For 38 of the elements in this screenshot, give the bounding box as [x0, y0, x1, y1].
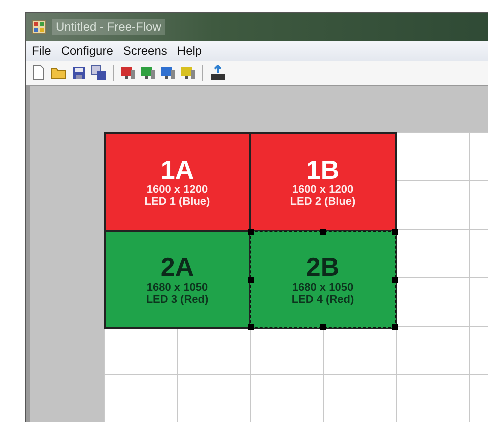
screen-name: 2B — [306, 253, 340, 282]
menu-item[interactable]: Screens — [123, 44, 168, 58]
screen-output: LED 4 (Red) — [292, 294, 354, 306]
screen-output: LED 1 (Blue) — [144, 196, 210, 208]
screen-tile[interactable]: 2B 1680 x 1050 LED 4 (Red) — [250, 231, 396, 328]
resize-handle[interactable] — [248, 324, 254, 330]
monitor-icon[interactable] — [160, 65, 176, 81]
screen-resolution: 1680 x 1050 — [292, 282, 354, 294]
screen-tile[interactable]: 2A 1680 x 1050 LED 3 (Red) — [105, 231, 250, 328]
screen-output: LED 2 (Blue) — [290, 196, 356, 208]
resize-handle[interactable] — [392, 229, 398, 235]
resize-handle[interactable] — [392, 276, 398, 282]
resize-handle[interactable] — [248, 276, 254, 282]
screen-resolution: 1600 x 1200 — [292, 184, 354, 196]
monitor-icon[interactable] — [180, 65, 196, 81]
export-icon[interactable] — [209, 65, 227, 81]
screen-name: 2A — [160, 253, 194, 282]
menu-item[interactable]: File — [32, 44, 52, 58]
copy-icon[interactable] — [91, 65, 107, 81]
screen-name: 1A — [160, 156, 194, 184]
resize-handle[interactable] — [320, 324, 326, 330]
screen-resolution: 1600 x 1200 — [146, 184, 208, 196]
resize-handle[interactable] — [320, 229, 326, 235]
menu-item[interactable]: Help — [177, 44, 202, 58]
app-icon — [32, 20, 46, 34]
screen-output: LED 3 (Red) — [146, 294, 209, 306]
resize-handle[interactable] — [392, 324, 398, 330]
screen-name: 1B — [306, 156, 340, 184]
monitor-icon[interactable] — [140, 65, 156, 81]
menu-item[interactable]: Configure — [61, 44, 114, 58]
window-title: Untitled - Free-Flow — [52, 19, 166, 35]
screen-tile[interactable]: 1A 1600 x 1200 LED 1 (Blue) — [105, 133, 250, 231]
screen-resolution: 1680 x 1050 — [146, 282, 208, 294]
screen-tile[interactable]: 1B 1600 x 1200 LED 2 (Blue) — [250, 133, 396, 231]
monitor-icon[interactable] — [120, 65, 136, 81]
new-file-icon[interactable] — [31, 65, 47, 81]
resize-handle[interactable] — [248, 229, 254, 235]
save-icon[interactable] — [71, 65, 87, 81]
